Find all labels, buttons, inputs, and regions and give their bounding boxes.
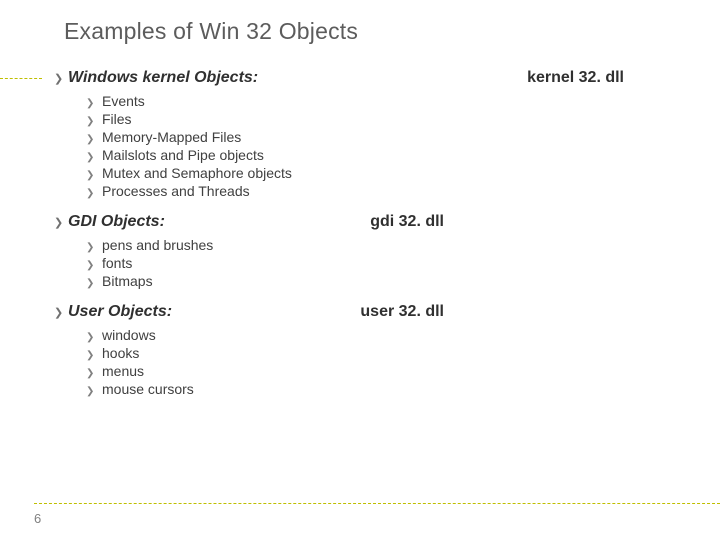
section-gdi: ❯ GDI Objects: gdi 32. dll ❯pens and bru… bbox=[54, 213, 720, 289]
list-item: ❯Mailslots and Pipe objects bbox=[86, 147, 720, 163]
list-item: ❯Files bbox=[86, 111, 720, 127]
bullet-icon: ❯ bbox=[86, 98, 102, 109]
bullet-icon: ❯ bbox=[54, 216, 68, 229]
section-items: ❯Events ❯Files ❯Memory-Mapped Files ❯Mai… bbox=[86, 93, 720, 199]
list-item: ❯fonts bbox=[86, 255, 720, 271]
list-item: ❯pens and brushes bbox=[86, 237, 720, 253]
item-text: fonts bbox=[102, 255, 132, 271]
list-item: ❯Bitmaps bbox=[86, 273, 720, 289]
item-text: Bitmaps bbox=[102, 273, 153, 289]
content: ❯ Windows kernel Objects: kernel 32. dll… bbox=[54, 69, 720, 397]
list-item: ❯Processes and Threads bbox=[86, 183, 720, 199]
section-heading: User Objects: bbox=[68, 303, 172, 321]
left-divider bbox=[0, 78, 42, 79]
item-text: mouse cursors bbox=[102, 381, 194, 397]
item-text: pens and brushes bbox=[102, 237, 213, 253]
slide: Examples of Win 32 Objects ❯ Windows ker… bbox=[0, 0, 720, 540]
item-text: Processes and Threads bbox=[102, 183, 250, 199]
bullet-icon: ❯ bbox=[86, 116, 102, 127]
section-header-row: ❯ User Objects: user 32. dll bbox=[54, 303, 444, 321]
list-item: ❯Mutex and Semaphore objects bbox=[86, 165, 720, 181]
item-text: Mutex and Semaphore objects bbox=[102, 165, 292, 181]
section-heading: GDI Objects: bbox=[68, 213, 165, 231]
list-item: ❯menus bbox=[86, 363, 720, 379]
bullet-icon: ❯ bbox=[86, 368, 102, 379]
section-kernel: ❯ Windows kernel Objects: kernel 32. dll… bbox=[54, 69, 720, 199]
bullet-icon: ❯ bbox=[86, 386, 102, 397]
page-title: Examples of Win 32 Objects bbox=[64, 18, 720, 45]
item-text: Memory-Mapped Files bbox=[102, 129, 241, 145]
list-item: ❯Events bbox=[86, 93, 720, 109]
item-text: Files bbox=[102, 111, 132, 127]
section-heading: Windows kernel Objects: bbox=[68, 69, 258, 87]
bullet-icon: ❯ bbox=[86, 170, 102, 181]
page-number: 6 bbox=[34, 511, 41, 526]
bullet-icon: ❯ bbox=[86, 278, 102, 289]
section-header-row: ❯ Windows kernel Objects: kernel 32. dll bbox=[54, 69, 624, 87]
item-text: windows bbox=[102, 327, 156, 343]
section-dll: user 32. dll bbox=[360, 303, 444, 321]
item-text: hooks bbox=[102, 345, 139, 361]
bullet-icon: ❯ bbox=[86, 260, 102, 271]
section-items: ❯windows ❯hooks ❯menus ❯mouse cursors bbox=[86, 327, 720, 397]
bullet-icon: ❯ bbox=[86, 350, 102, 361]
list-item: ❯windows bbox=[86, 327, 720, 343]
bullet-icon: ❯ bbox=[86, 332, 102, 343]
section-items: ❯pens and brushes ❯fonts ❯Bitmaps bbox=[86, 237, 720, 289]
list-item: ❯Memory-Mapped Files bbox=[86, 129, 720, 145]
section-user: ❯ User Objects: user 32. dll ❯windows ❯h… bbox=[54, 303, 720, 397]
bullet-icon: ❯ bbox=[54, 72, 68, 85]
bullet-icon: ❯ bbox=[86, 152, 102, 163]
bullet-icon: ❯ bbox=[86, 188, 102, 199]
list-item: ❯mouse cursors bbox=[86, 381, 720, 397]
bottom-divider bbox=[34, 503, 720, 504]
item-text: Events bbox=[102, 93, 145, 109]
list-item: ❯hooks bbox=[86, 345, 720, 361]
section-dll: kernel 32. dll bbox=[527, 69, 624, 87]
bullet-icon: ❯ bbox=[54, 306, 68, 319]
item-text: Mailslots and Pipe objects bbox=[102, 147, 264, 163]
section-header-row: ❯ GDI Objects: gdi 32. dll bbox=[54, 213, 444, 231]
bullet-icon: ❯ bbox=[86, 242, 102, 253]
bullet-icon: ❯ bbox=[86, 134, 102, 145]
section-dll: gdi 32. dll bbox=[370, 213, 444, 231]
item-text: menus bbox=[102, 363, 144, 379]
